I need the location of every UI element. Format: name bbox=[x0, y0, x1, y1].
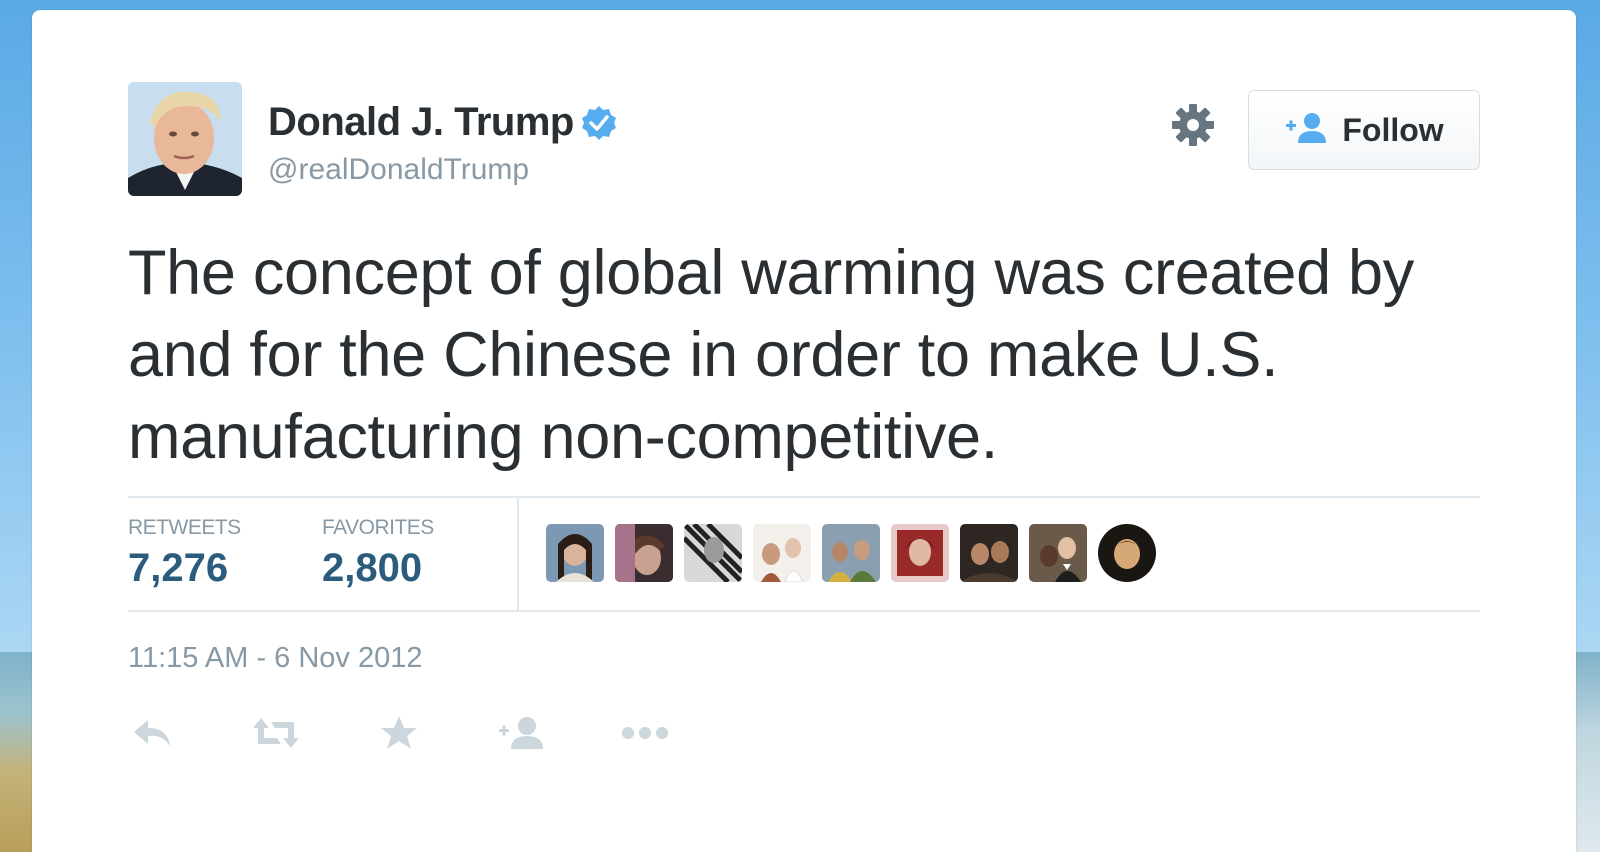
follow-button[interactable]: Follow bbox=[1248, 90, 1480, 170]
retweets-count: 7,276 bbox=[128, 546, 229, 590]
more-icon[interactable] bbox=[620, 710, 670, 756]
retweets-stat[interactable]: RETWEETS 7,276 bbox=[128, 516, 241, 591]
retweet-icon[interactable] bbox=[251, 710, 301, 756]
favorite-icon[interactable] bbox=[374, 710, 424, 756]
favoriter-avatar[interactable] bbox=[546, 524, 604, 582]
user-handle[interactable]: @realDonaldTrump bbox=[268, 153, 618, 187]
tweet-stats: RETWEETS 7,276 FAVORITES 2,800 bbox=[128, 496, 1480, 612]
follow-label: Follow bbox=[1342, 111, 1444, 148]
favorites-stat[interactable]: FAVORITES 2,800 bbox=[322, 516, 434, 591]
avatar[interactable] bbox=[128, 82, 242, 196]
tweet-text: The concept of global warming was create… bbox=[128, 238, 1414, 472]
favoriter-avatar[interactable] bbox=[1029, 524, 1087, 582]
favoriter-avatar[interactable] bbox=[753, 524, 811, 582]
favoriter-avatar[interactable] bbox=[615, 524, 673, 582]
retweets-label: RETWEETS bbox=[128, 516, 241, 539]
tweet-card: Donald J. Trump @realDonaldTrump Follow … bbox=[32, 10, 1576, 852]
user-names: Donald J. Trump @realDonaldTrump bbox=[268, 100, 618, 187]
favoriter-avatar[interactable] bbox=[822, 524, 880, 582]
favorites-count: 2,800 bbox=[322, 546, 423, 590]
favoriter-avatar[interactable] bbox=[684, 524, 742, 582]
stats-divider bbox=[517, 498, 519, 610]
follow-icon[interactable] bbox=[497, 710, 547, 756]
favoriters-avatars bbox=[546, 524, 1156, 582]
name-row: Donald J. Trump bbox=[268, 100, 618, 145]
display-name[interactable]: Donald J. Trump bbox=[268, 100, 574, 145]
tweet-header: Donald J. Trump @realDonaldTrump Follow bbox=[128, 82, 1480, 198]
favoriter-avatar[interactable] bbox=[891, 524, 949, 582]
gear-icon[interactable] bbox=[1170, 102, 1216, 148]
tweet-timestamp[interactable]: 11:15 AM - 6 Nov 2012 bbox=[128, 642, 422, 675]
favoriter-avatar[interactable] bbox=[1098, 524, 1156, 582]
favorites-label: FAVORITES bbox=[322, 516, 434, 539]
verified-badge-icon bbox=[580, 104, 618, 142]
add-user-icon bbox=[1284, 111, 1328, 150]
reply-icon[interactable] bbox=[128, 710, 178, 756]
favoriter-avatar[interactable] bbox=[960, 524, 1018, 582]
tweet-actions bbox=[128, 710, 743, 756]
